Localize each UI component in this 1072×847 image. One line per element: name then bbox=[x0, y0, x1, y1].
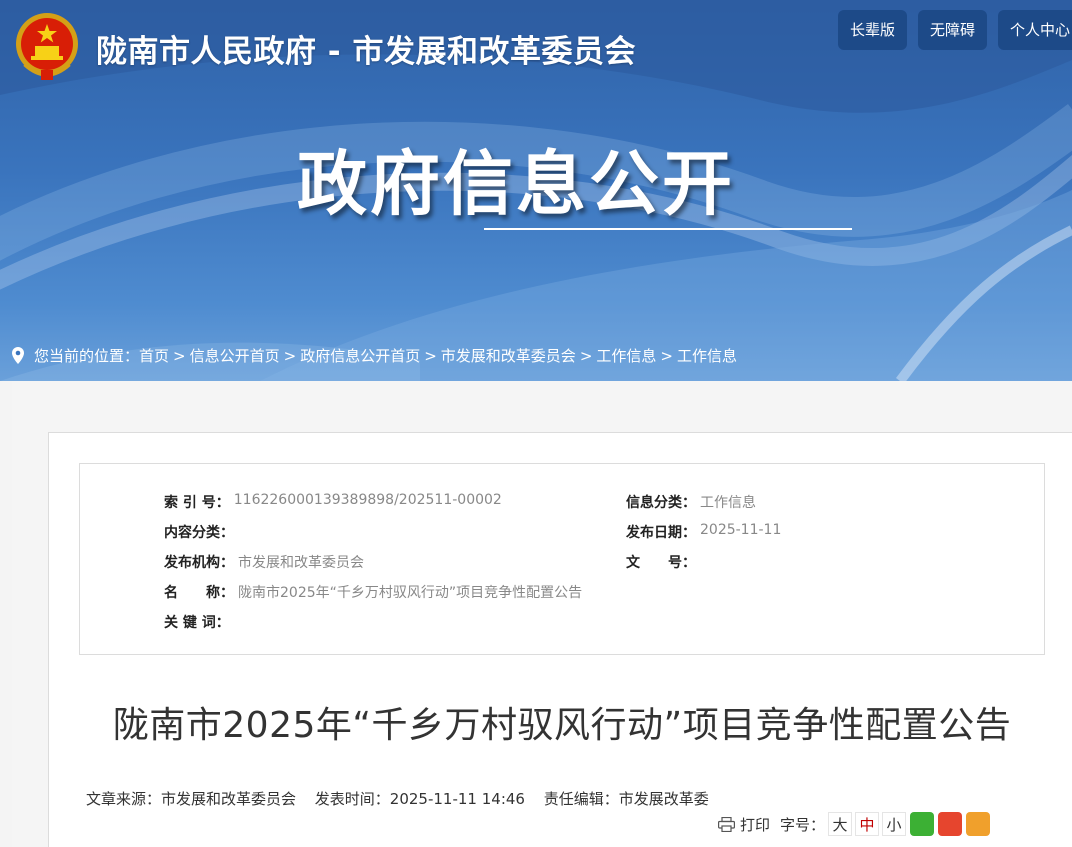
font-size-medium-button[interactable]: 中 bbox=[855, 812, 880, 836]
meta-label: 发布机构： bbox=[164, 555, 234, 571]
meta-label: 信息分类： bbox=[626, 495, 696, 511]
meta-value: 市发展和改革委员会 bbox=[238, 555, 364, 571]
font-size-label: 字号： bbox=[780, 815, 826, 834]
meta-content-type: 内容分类： bbox=[164, 522, 238, 542]
meta-publish-date: 发布日期： 2025-11-11 bbox=[626, 522, 781, 542]
meta-keywords: 关 键 词： bbox=[164, 612, 234, 632]
breadcrumb-separator: > bbox=[424, 346, 437, 365]
meta-category: 信息分类： 工作信息 bbox=[626, 492, 756, 512]
print-icon[interactable] bbox=[718, 816, 735, 832]
article-info: 文章来源：市发展和改革委员会 发表时间：2025-11-11 14:46 责任编… bbox=[86, 788, 723, 809]
elder-mode-button[interactable]: 长辈版 bbox=[837, 10, 907, 50]
meta-label: 文 号： bbox=[626, 555, 696, 571]
meta-label: 索 引 号： bbox=[164, 495, 230, 511]
hero-title: 政府信息公开 bbox=[297, 143, 735, 225]
meta-name: 名 称： 陇南市2025年“千乡万村驭风行动”项目竞争性配置公告 bbox=[164, 582, 582, 602]
user-center-button[interactable]: 个人中心 bbox=[997, 10, 1072, 50]
article-publish-time: 发表时间：2025-11-11 14:46 bbox=[314, 790, 525, 808]
font-size-large-button[interactable]: 大 bbox=[828, 812, 853, 836]
meta-value: 2025-11-11 bbox=[700, 522, 782, 538]
top-buttons: 长辈版 无障碍 个人中心 bbox=[837, 10, 1072, 50]
meta-label: 发布日期： bbox=[626, 525, 696, 541]
breadcrumb: 您当前的位置： 首页 > 信息公开首页 > 政府信息公开首页 > 市发展和改革委… bbox=[12, 345, 737, 366]
meta-index-no: 索 引 号： 116226000139389898/202511-00002 bbox=[164, 492, 502, 512]
hero-underline bbox=[484, 228, 852, 230]
breadcrumb-home[interactable]: 首页 bbox=[139, 345, 169, 366]
breadcrumb-prefix: 您当前的位置： bbox=[34, 347, 140, 365]
breadcrumb-info-home[interactable]: 信息公开首页 bbox=[190, 345, 280, 366]
location-pin-icon bbox=[12, 347, 24, 364]
wechat-icon[interactable] bbox=[910, 812, 935, 836]
breadcrumb-work-info-current[interactable]: 工作信息 bbox=[677, 345, 737, 366]
meta-value: 陇南市2025年“千乡万村驭风行动”项目竞争性配置公告 bbox=[238, 585, 583, 601]
breadcrumb-separator: > bbox=[660, 346, 673, 365]
print-button[interactable]: 打印 bbox=[740, 814, 770, 835]
accessibility-button[interactable]: 无障碍 bbox=[917, 10, 987, 50]
meta-label: 关 键 词： bbox=[164, 615, 230, 631]
article-source: 文章来源：市发展和改革委员会 bbox=[86, 790, 297, 808]
meta-publisher: 发布机构： 市发展和改革委员会 bbox=[164, 552, 364, 572]
article-editor: 责任编辑：市发展改革委 bbox=[543, 790, 709, 808]
meta-label: 名 称： bbox=[164, 585, 234, 601]
breadcrumb-work-info[interactable]: 工作信息 bbox=[596, 345, 656, 366]
breadcrumb-separator: > bbox=[173, 346, 186, 365]
site-title: 陇南市人民政府 - 市发展和改革委员会 bbox=[96, 34, 636, 70]
weibo-icon[interactable] bbox=[938, 812, 963, 836]
meta-value: 工作信息 bbox=[700, 495, 756, 511]
article-tools: 打印 字号： 大 中 小 bbox=[718, 812, 991, 836]
meta-value: 116226000139389898/202511-00002 bbox=[233, 492, 502, 508]
metadata-table: 索 引 号： 116226000139389898/202511-00002 信… bbox=[79, 463, 1045, 655]
font-size-small-button[interactable]: 小 bbox=[882, 812, 907, 836]
national-emblem-icon bbox=[16, 13, 78, 80]
breadcrumb-gov-info-home[interactable]: 政府信息公开首页 bbox=[300, 345, 420, 366]
qzone-icon[interactable] bbox=[966, 812, 991, 836]
breadcrumb-ndrc[interactable]: 市发展和改革委员会 bbox=[441, 345, 576, 366]
header-banner: 陇南市人民政府 - 市发展和改革委员会 长辈版 无障碍 个人中心 政府信息公开 … bbox=[0, 0, 1072, 381]
breadcrumb-separator: > bbox=[579, 346, 593, 365]
article-title: 陇南市2025年“千乡万村驭风行动”项目竞争性配置公告 bbox=[112, 705, 1012, 746]
breadcrumb-separator: > bbox=[283, 346, 297, 365]
meta-doc-no: 文 号： bbox=[626, 552, 700, 572]
meta-label: 内容分类： bbox=[164, 525, 234, 541]
